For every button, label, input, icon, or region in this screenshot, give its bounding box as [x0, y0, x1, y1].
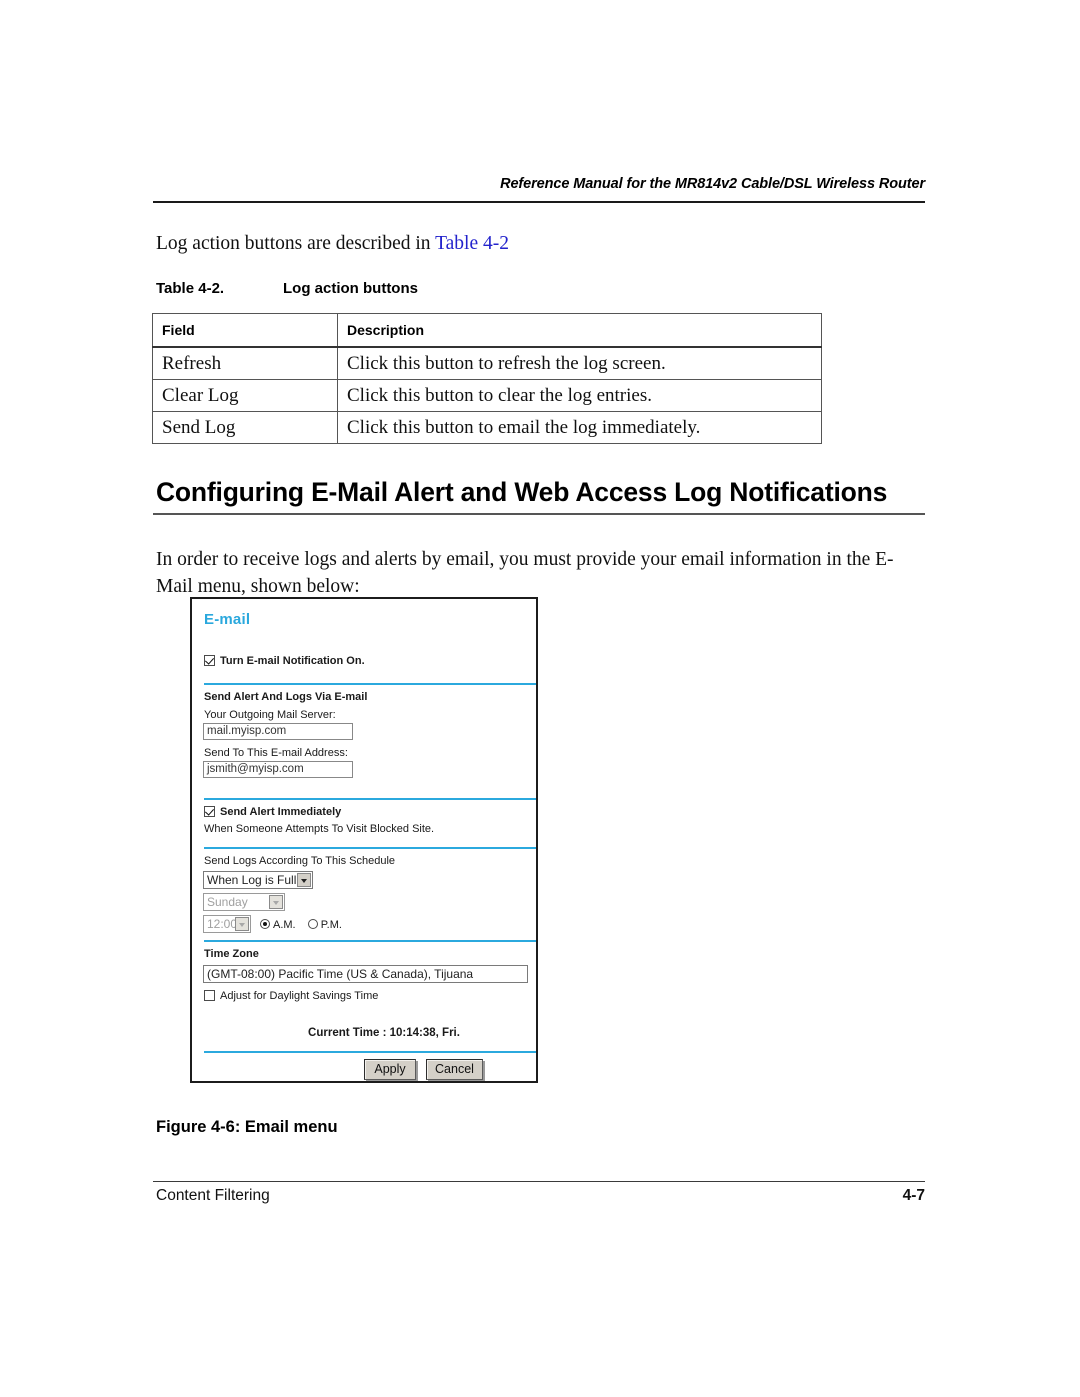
- radio-am-icon[interactable]: [260, 919, 270, 929]
- send-alert-immediately-checkbox-row[interactable]: Send Alert Immediately: [204, 806, 341, 819]
- section-heading: Configuring E-Mail Alert and Web Access …: [156, 477, 888, 507]
- send-to-email-address-label: Send To This E-mail Address:: [204, 747, 348, 759]
- divider-2: [204, 798, 536, 800]
- body-paragraph: In order to receive logs and alerts by e…: [156, 549, 894, 597]
- divider-5: [204, 1051, 536, 1053]
- am-label: A.M.: [273, 919, 296, 931]
- table-row: Clear Log Click this button to clear the…: [152, 379, 822, 412]
- cancel-button[interactable]: Cancel: [426, 1059, 483, 1080]
- time-select[interactable]: 12:00: [203, 915, 251, 933]
- send-alert-immediately-sublabel: When Someone Attempts To Visit Blocked S…: [204, 823, 435, 835]
- table-row: Refresh Click this button to refresh the…: [152, 346, 822, 380]
- schedule-select-value: When Log is Full: [207, 873, 297, 887]
- table-header-row: Field Description: [152, 313, 822, 348]
- send-to-email-address-input[interactable]: jsmith@myisp.com: [203, 761, 353, 778]
- day-select[interactable]: Sunday: [203, 893, 285, 911]
- table-cell-field: Send Log: [152, 411, 338, 444]
- checkbox-icon[interactable]: [204, 655, 215, 666]
- table-header-description: Description: [337, 313, 822, 348]
- table-row: Send Log Click this button to email the …: [152, 411, 822, 444]
- send-alert-and-logs-heading: Send Alert And Logs Via E-mail: [204, 691, 368, 703]
- time-zone-heading: Time Zone: [204, 948, 259, 960]
- running-header: Reference Manual for the MR814v2 Cable/D…: [500, 176, 925, 192]
- footer-page-number: 4-7: [902, 1187, 925, 1204]
- apply-button[interactable]: Apply: [364, 1059, 416, 1080]
- schedule-label: Send Logs According To This Schedule: [204, 855, 396, 867]
- section-heading-rule: [153, 513, 925, 515]
- time-zone-select-value: (GMT-08:00) Pacific Time (US & Canada), …: [207, 967, 474, 981]
- divider-3: [204, 847, 536, 849]
- table-caption-number: Table 4-2.: [156, 280, 225, 297]
- daylight-savings-label: Adjust for Daylight Savings Time: [220, 990, 379, 1002]
- daylight-savings-checkbox-row[interactable]: Adjust for Daylight Savings Time: [204, 990, 378, 1003]
- schedule-select[interactable]: When Log is Full: [203, 871, 313, 889]
- chevron-down-icon[interactable]: [269, 895, 283, 909]
- table-caption: Table 4-2. Log action buttons: [156, 280, 418, 297]
- table-cross-reference-link[interactable]: Table 4-2: [435, 233, 509, 254]
- outgoing-mail-server-label: Your Outgoing Mail Server:: [204, 709, 336, 721]
- header-rule: [153, 201, 925, 203]
- log-action-buttons-table: Field Description Refresh Click this but…: [152, 313, 822, 444]
- table-caption-title: Log action buttons: [283, 280, 418, 297]
- divider-4: [204, 940, 536, 942]
- time-select-value: 12:00: [207, 917, 238, 931]
- document-page: Reference Manual for the MR814v2 Cable/D…: [0, 0, 1080, 1397]
- table-cell-field: Clear Log: [152, 379, 338, 412]
- table-cell-description: Click this button to clear the log entri…: [337, 379, 822, 412]
- table-header-field: Field: [152, 313, 338, 348]
- intro-text: Log action buttons are described in: [156, 233, 436, 254]
- current-time-text: Current Time : 10:14:38, Fri.: [308, 1027, 460, 1039]
- table-cell-description: Click this button to email the log immed…: [337, 411, 822, 444]
- figure-caption: Figure 4-6: Email menu: [156, 1118, 338, 1136]
- checkbox-icon[interactable]: [204, 806, 215, 817]
- divider-1: [204, 683, 536, 685]
- footer-rule: [153, 1181, 925, 1182]
- day-select-value: Sunday: [207, 895, 248, 909]
- send-alert-immediately-label: Send Alert Immediately: [220, 806, 342, 818]
- turn-email-notification-checkbox-row[interactable]: Turn E-mail Notification On.: [204, 655, 365, 668]
- intro-sentence: Log action buttons are described in Tabl…: [156, 231, 509, 257]
- outgoing-mail-server-input[interactable]: mail.myisp.com: [203, 723, 353, 740]
- radio-pm-icon[interactable]: [307, 919, 318, 929]
- turn-email-notification-label: Turn E-mail Notification On.: [220, 655, 365, 667]
- table-cell-field: Refresh: [152, 346, 338, 380]
- email-menu-screenshot: E-mail Turn E-mail Notification On. Send…: [190, 597, 538, 1083]
- pm-label: P.M.: [320, 919, 342, 931]
- ampm-radio-group[interactable]: A.M. P.M.: [260, 919, 342, 932]
- table-cell-description: Click this button to refresh the log scr…: [337, 346, 822, 380]
- checkbox-icon[interactable]: [204, 990, 215, 1001]
- email-menu-title: E-mail: [204, 611, 251, 628]
- time-zone-select[interactable]: (GMT-08:00) Pacific Time (US & Canada), …: [203, 965, 528, 983]
- chevron-down-icon[interactable]: [235, 917, 249, 931]
- chevron-down-icon[interactable]: [297, 873, 311, 887]
